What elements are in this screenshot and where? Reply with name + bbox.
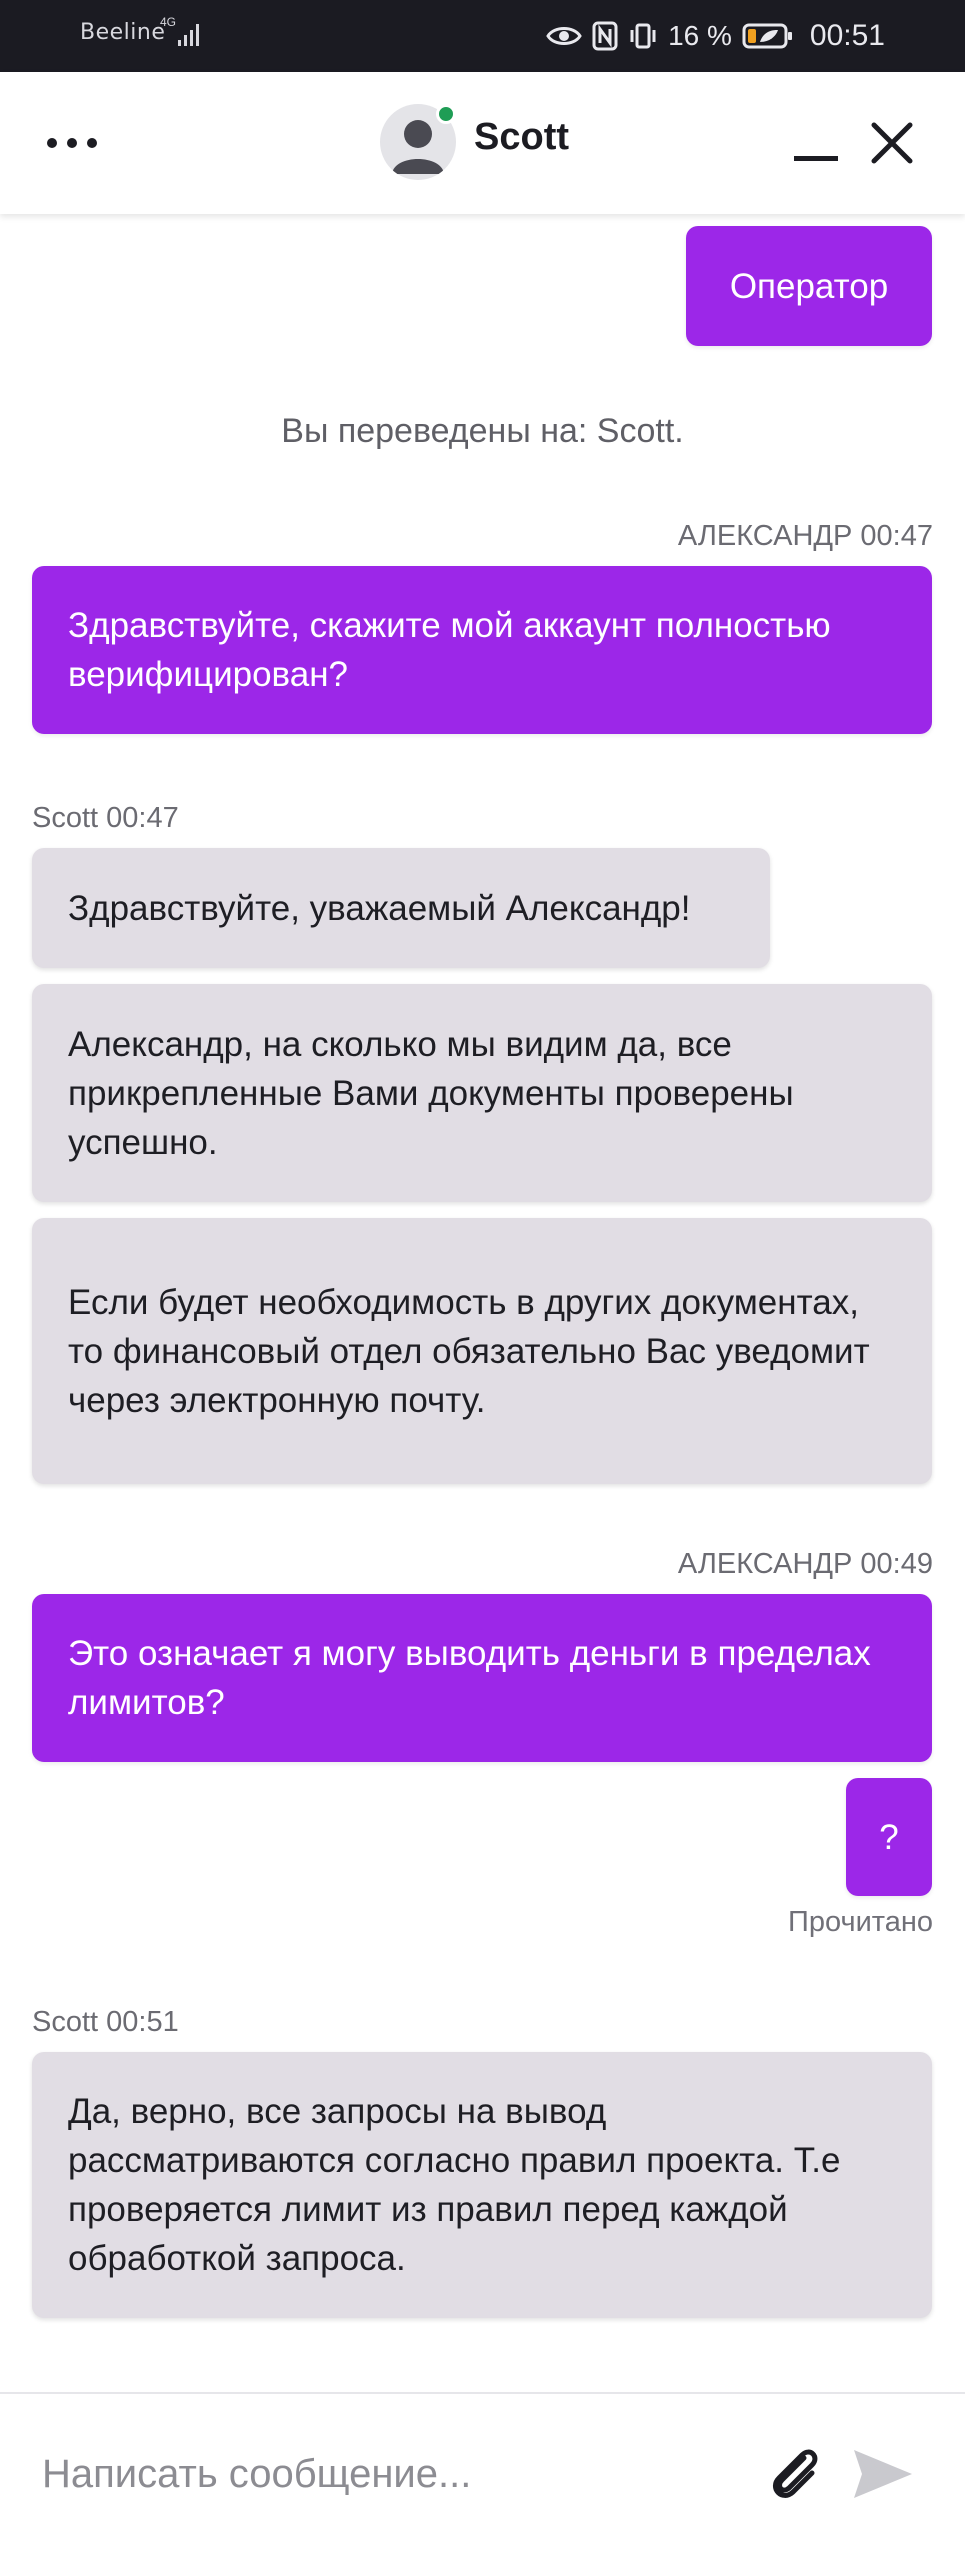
incoming-message: Если будет необходимость в других докуме… [32, 1218, 932, 1484]
incoming-message: Здравствуйте, уважаемый Александр! [32, 848, 770, 968]
message-text: Оператор [729, 266, 889, 306]
incoming-message: Александр, на сколько мы видим да, все п… [32, 984, 932, 1202]
send-button[interactable] [848, 2442, 918, 2506]
outgoing-message: Здравствуйте, скажите мой аккаунт полнос… [32, 566, 932, 734]
message-meta: Scott 00:51 [32, 2006, 179, 2038]
minimize-button[interactable] [788, 120, 844, 170]
carrier-name: Beeline [80, 20, 166, 45]
message-composer [0, 2392, 965, 2560]
message-text: Здравствуйте, скажите мой аккаунт полнос… [68, 606, 831, 694]
chat-header: Scott [0, 72, 965, 214]
send-icon [854, 2450, 912, 2498]
outgoing-message: Оператор [686, 226, 932, 346]
nfc-icon [592, 21, 618, 51]
outgoing-message: ? [846, 1778, 932, 1896]
status-bar: Beeline 4G 16 % 00:51 [0, 0, 965, 72]
message-text: Да, верно, все запросы на вывод рассматр… [68, 2092, 841, 2278]
message-meta: АЛЕКСАНДР 00:47 [677, 520, 933, 552]
battery-level: 16 % [668, 20, 732, 51]
message-text: Здравствуйте, уважаемый Александр! [68, 888, 691, 928]
transfer-notice: Вы переведены на: Scott. [281, 412, 684, 450]
message-meta: Scott 00:47 [32, 802, 179, 834]
more-horizontal-icon [47, 138, 97, 148]
online-status-dot [436, 104, 456, 124]
message-input[interactable] [40, 2444, 740, 2504]
outgoing-message: Это означает я могу выводить деньги в пр… [32, 1594, 932, 1762]
signal-icon [178, 24, 199, 46]
network-type: 4G [160, 15, 177, 29]
message-list[interactable]: Оператор Вы переведены на: Scott. АЛЕКСА… [0, 214, 965, 2392]
message-meta: АЛЕКСАНДР 00:49 [677, 1548, 933, 1580]
status-indicators: 16 % 00:51 [546, 18, 885, 54]
paperclip-icon [772, 2449, 818, 2498]
message-text: Это означает я могу выводить деньги в пр… [68, 1634, 871, 1722]
agent-name: Scott [474, 116, 569, 158]
close-button[interactable] [866, 110, 918, 176]
message-text: Если будет необходимость в других докуме… [68, 1282, 870, 1420]
eye-icon [546, 27, 582, 45]
clock-time: 00:51 [809, 19, 885, 52]
minimize-icon [794, 156, 838, 161]
battery-icon [742, 23, 792, 49]
read-receipt: Прочитано [788, 1906, 933, 1938]
message-text: Александр, на сколько мы видим да, все п… [68, 1024, 794, 1162]
more-menu-button[interactable] [36, 118, 108, 168]
close-icon [871, 122, 913, 164]
attach-button[interactable] [764, 2442, 828, 2506]
incoming-message: Да, верно, все запросы на вывод рассматр… [32, 2052, 932, 2318]
message-text: ? [879, 1817, 899, 1857]
vibrate-icon [630, 23, 656, 49]
